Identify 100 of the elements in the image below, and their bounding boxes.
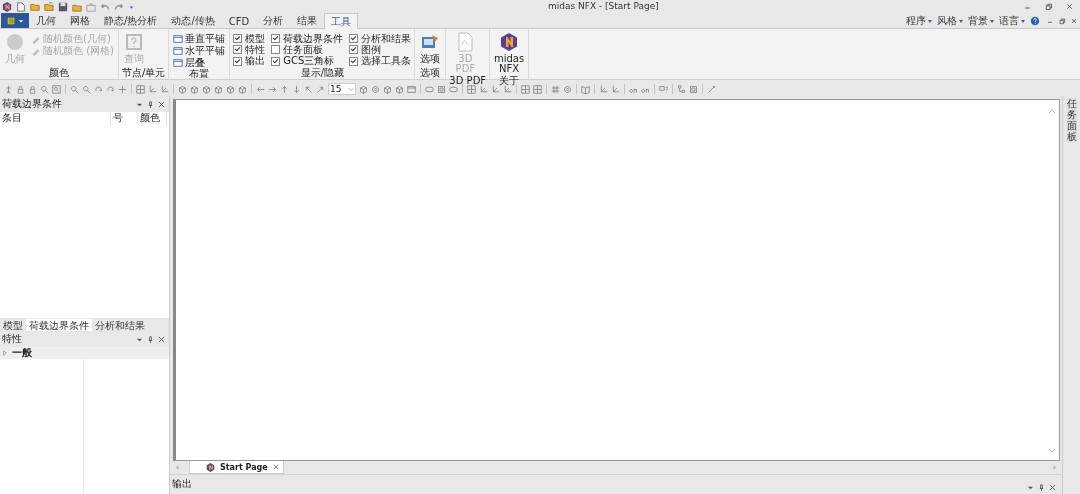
- arrow-right-icon[interactable]: [268, 84, 277, 94]
- application-menu-button[interactable]: [1, 13, 29, 28]
- layout-button[interactable]: 垂直平铺: [172, 33, 227, 44]
- close-icon[interactable]: [272, 464, 279, 470]
- save-icon[interactable]: [58, 1, 68, 12]
- column-header[interactable]: 条目: [0, 111, 111, 125]
- scroll-up-icon[interactable]: [1048, 108, 1056, 116]
- query-icon[interactable]: [659, 84, 668, 94]
- menu-button[interactable]: 背景: [964, 13, 989, 28]
- figure-icon[interactable]: [4, 84, 13, 94]
- grid-icon[interactable]: [467, 84, 476, 94]
- about-button[interactable]: midas NFX: [493, 31, 526, 75]
- restore-icon[interactable]: [1058, 16, 1066, 25]
- undo-icon[interactable]: [100, 1, 110, 12]
- axis-icon[interactable]: [503, 84, 512, 94]
- zoom-icon[interactable]: [82, 84, 91, 94]
- app-logo-icon[interactable]: [2, 1, 12, 12]
- zoom-dropdown[interactable]: 15: [328, 83, 356, 95]
- box-icon[interactable]: [437, 84, 446, 94]
- book-icon[interactable]: [581, 84, 590, 94]
- pin-icon[interactable]: [147, 335, 154, 343]
- help-icon[interactable]: [1030, 15, 1040, 26]
- checkbox[interactable]: 选择工具条: [349, 55, 412, 67]
- grid-icon[interactable]: [521, 84, 530, 94]
- ribbon-tab[interactable]: 网格: [63, 13, 97, 28]
- ribbon-tab[interactable]: 分析: [256, 13, 291, 28]
- checkbox[interactable]: 模型: [233, 33, 266, 44]
- cube-icon[interactable]: [214, 84, 223, 94]
- tree-icon[interactable]: [677, 84, 686, 94]
- zoom-icon[interactable]: [70, 84, 79, 94]
- checkbox[interactable]: 荷载边界条件: [271, 33, 344, 44]
- scroll-down-icon[interactable]: [1048, 446, 1056, 454]
- camera-icon[interactable]: [86, 1, 96, 12]
- close-icon[interactable]: [158, 335, 165, 343]
- dropdown-arrow-icon[interactable]: [989, 17, 995, 24]
- close-icon[interactable]: [158, 100, 165, 108]
- scroll-right-icon[interactable]: [1051, 464, 1058, 471]
- axis-icon[interactable]: [479, 84, 488, 94]
- axis-icon[interactable]: [599, 84, 608, 94]
- arrow-left-icon[interactable]: [256, 84, 265, 94]
- column-header[interactable]: 颜色: [138, 111, 167, 125]
- ribbon-tab[interactable]: 静态/热分析: [97, 13, 165, 28]
- ribbon-tab[interactable]: 动态/传热: [164, 13, 222, 28]
- cube-icon[interactable]: [383, 84, 392, 94]
- checkbox[interactable]: 输出: [233, 55, 266, 67]
- arrow-up-icon[interactable]: [280, 84, 289, 94]
- box-icon[interactable]: [689, 84, 698, 94]
- panel-tab[interactable]: 荷载边界条件: [26, 319, 92, 331]
- checkbox[interactable]: 任务面板: [271, 44, 344, 56]
- column-header[interactable]: 号: [111, 111, 138, 125]
- zoom-icon[interactable]: [40, 84, 49, 94]
- lock-icon[interactable]: [16, 84, 25, 94]
- dropdown-arrow-icon[interactable]: [927, 17, 933, 24]
- pin-icon[interactable]: [1038, 484, 1045, 491]
- plus-icon[interactable]: [118, 84, 127, 94]
- redo-icon[interactable]: [114, 1, 124, 12]
- ribbon-tab[interactable]: CFD: [221, 13, 257, 28]
- cube-icon[interactable]: [178, 84, 187, 94]
- lock-icon[interactable]: [28, 84, 37, 94]
- checkbox[interactable]: GCS三角标: [271, 55, 344, 67]
- checkbox[interactable]: 特性: [233, 44, 266, 56]
- document-tab[interactable]: Start Page: [189, 461, 284, 474]
- dropdown-arrow-icon[interactable]: [1020, 17, 1026, 24]
- grid-icon[interactable]: [533, 84, 542, 94]
- close-icon[interactable]: [1065, 2, 1074, 11]
- new-file-icon[interactable]: [16, 1, 26, 12]
- menu-button[interactable]: 风格: [933, 13, 958, 28]
- axis-icon[interactable]: [148, 84, 157, 94]
- zoom-box-icon[interactable]: [52, 84, 61, 94]
- cube-icon[interactable]: [190, 84, 199, 94]
- folder-icon[interactable]: [44, 1, 54, 12]
- restore-icon[interactable]: [1044, 2, 1053, 11]
- ribbon-tab[interactable]: 结果: [290, 13, 325, 28]
- grid-icon[interactable]: [136, 84, 145, 94]
- arrow-down-icon[interactable]: [292, 84, 301, 94]
- ribbon-tab[interactable]: 几何: [29, 13, 63, 28]
- layout-button[interactable]: 水平平铺: [172, 45, 227, 56]
- close-icon[interactable]: [1049, 484, 1056, 491]
- close-icon[interactable]: [1070, 16, 1078, 25]
- arrow-ne-icon[interactable]: [316, 84, 325, 94]
- menu-button[interactable]: 程序: [902, 13, 927, 28]
- dropdown-arrow-icon[interactable]: [958, 17, 964, 24]
- cube-icon[interactable]: [238, 84, 247, 94]
- cube-icon[interactable]: [359, 84, 368, 94]
- pill-icon[interactable]: [449, 84, 458, 94]
- options-button[interactable]: 选项: [418, 31, 443, 67]
- cube-icon[interactable]: [395, 84, 404, 94]
- expand-arrow-icon[interactable]: [2, 350, 8, 356]
- side-panel-tab[interactable]: 任务面板: [1066, 98, 1077, 142]
- window-icon[interactable]: [407, 84, 416, 94]
- folder-icon[interactable]: [30, 1, 40, 12]
- axis-icon[interactable]: [611, 84, 620, 94]
- property-group-label[interactable]: 一般: [12, 346, 32, 360]
- panel-tab[interactable]: 分析和结果: [92, 319, 148, 331]
- rotate-icon[interactable]: [106, 84, 115, 94]
- cube-icon[interactable]: [202, 84, 211, 94]
- gear-icon[interactable]: [371, 84, 380, 94]
- rotate-icon[interactable]: [94, 84, 103, 94]
- pill-icon[interactable]: [425, 84, 434, 94]
- layout-button[interactable]: 层叠: [172, 57, 227, 68]
